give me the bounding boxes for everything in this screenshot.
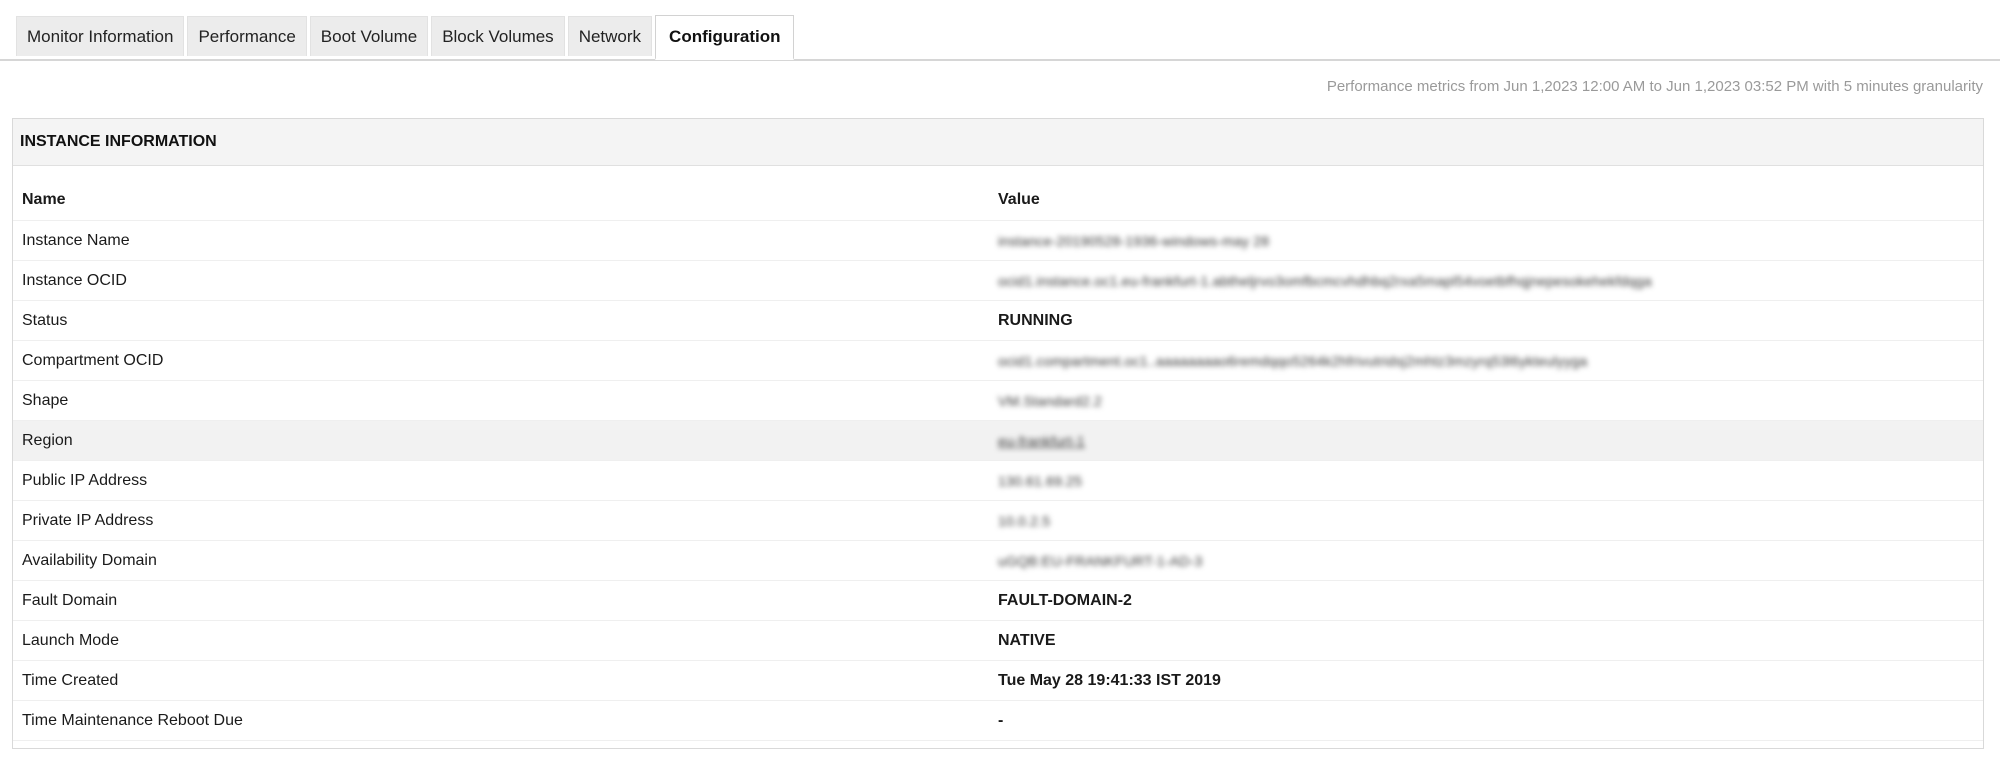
panel-title: INSTANCE INFORMATION bbox=[13, 119, 1983, 166]
table-row: Instance OCID ocid1.instance.oc1.eu-fran… bbox=[13, 261, 1983, 301]
tab-performance[interactable]: Performance bbox=[187, 16, 307, 56]
instance-information-panel: INSTANCE INFORMATION Name Value Instance… bbox=[12, 118, 1984, 749]
tab-bar: Monitor Information Performance Boot Vol… bbox=[0, 0, 2000, 61]
table-row: Shape VM.Standard2.2 bbox=[13, 381, 1983, 421]
row-value-redacted: VM.Standard2.2 bbox=[998, 392, 1102, 409]
tab-configuration[interactable]: Configuration bbox=[655, 15, 795, 60]
tab-monitor-information[interactable]: Monitor Information bbox=[16, 16, 185, 56]
row-value: RUNNING bbox=[998, 311, 1073, 329]
table-row: Instance Name instance-20190528-1936-win… bbox=[13, 221, 1983, 261]
region-link[interactable]: eu-frankfurt-1 bbox=[998, 433, 1983, 449]
table-row: Availability Domain uGQB:EU-FRANKFURT-1-… bbox=[13, 541, 1983, 581]
row-label: Time Created bbox=[22, 671, 119, 689]
row-label: Public IP Address bbox=[22, 471, 148, 489]
tab-network[interactable]: Network bbox=[567, 16, 653, 56]
table-row: Compartment OCID ocid1.compartment.oc1..… bbox=[13, 341, 1983, 381]
table-row: Time Created Tue May 28 19:41:33 IST 201… bbox=[13, 661, 1983, 701]
metrics-range-note: Performance metrics from Jun 1,2023 12:0… bbox=[1326, 78, 1983, 95]
row-value-redacted: uGQB:EU-FRANKFURT-1-AD-3 bbox=[998, 552, 1203, 569]
row-value: Tue May 28 19:41:33 IST 2019 bbox=[998, 671, 1221, 689]
row-label: Status bbox=[22, 311, 68, 329]
table-row: Private IP Address 10.0.2.5 bbox=[13, 501, 1983, 541]
row-label: Launch Mode bbox=[22, 631, 119, 649]
row-value-redacted: ocid1.compartment.oc1..aaaaaaaao6remdqqo… bbox=[998, 352, 1588, 369]
row-value: NATIVE bbox=[998, 631, 1056, 649]
table-row-hovered: Region eu-frankfurt-1 bbox=[13, 421, 1983, 461]
row-label: Compartment OCID bbox=[22, 351, 164, 369]
row-label: Availability Domain bbox=[22, 551, 157, 569]
table-row: Launch Mode NATIVE bbox=[13, 621, 1983, 661]
row-label: Fault Domain bbox=[22, 591, 118, 609]
table-row: Fault Domain FAULT-DOMAIN-2 bbox=[13, 581, 1983, 621]
tab-block-volumes[interactable]: Block Volumes bbox=[431, 16, 565, 56]
row-label: Region bbox=[22, 431, 73, 449]
table-header-row: Name Value bbox=[13, 179, 1983, 221]
row-label: Instance Name bbox=[22, 231, 130, 249]
row-value-redacted: 130.61.69.25 bbox=[998, 472, 1083, 489]
row-label: Private IP Address bbox=[22, 511, 154, 529]
row-label: Shape bbox=[22, 391, 69, 409]
tab-list: Monitor Information Performance Boot Vol… bbox=[16, 15, 795, 61]
column-header-value: Value bbox=[998, 190, 1040, 208]
tab-boot-volume[interactable]: Boot Volume bbox=[309, 16, 429, 56]
table-row: Time Maintenance Reboot Due - bbox=[13, 701, 1983, 741]
row-value-redacted: 10.0.2.5 bbox=[998, 512, 1051, 529]
row-value: - bbox=[998, 711, 1004, 729]
instance-info-table: Name Value Instance Name instance-201905… bbox=[13, 179, 1983, 741]
table-row: Status RUNNING bbox=[13, 301, 1983, 341]
row-value-redacted: ocid1.instance.oc1.eu-frankfurt-1.abthel… bbox=[998, 272, 1652, 289]
row-label: Instance OCID bbox=[22, 271, 127, 289]
row-value: FAULT-DOMAIN-2 bbox=[998, 591, 1132, 609]
column-header-name: Name bbox=[22, 190, 66, 208]
row-value-redacted: instance-20190528-1936-windows-may 28 bbox=[998, 232, 1270, 249]
table-row: Public IP Address 130.61.69.25 bbox=[13, 461, 1983, 501]
row-label: Time Maintenance Reboot Due bbox=[22, 711, 243, 729]
